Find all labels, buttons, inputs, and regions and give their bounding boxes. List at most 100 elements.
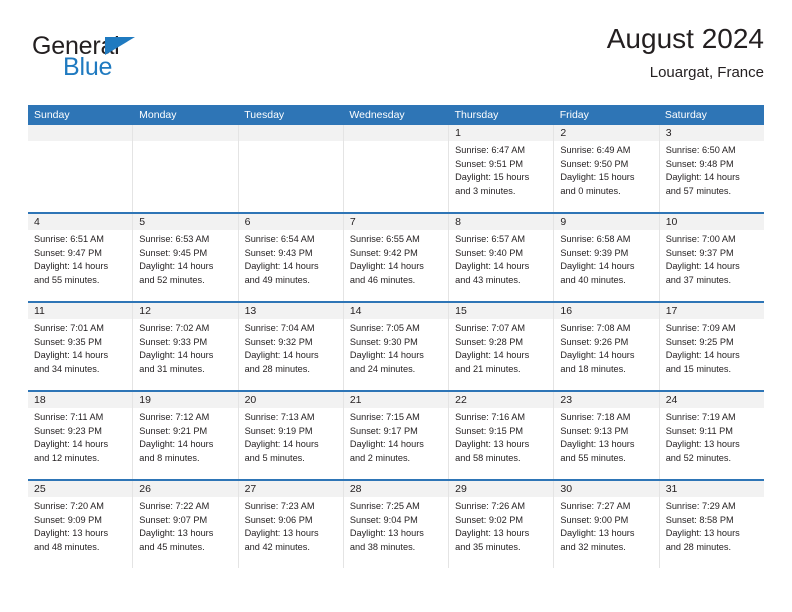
sunrise-text: Sunrise: 7:19 AM [665,412,736,422]
day-cell[interactable]: 8 Sunrise: 6:57 AM Sunset: 9:40 PM Dayli… [449,214,555,301]
day-cell[interactable]: 21 Sunrise: 7:15 AM Sunset: 9:17 PM Dayl… [343,392,450,479]
generalblue-logo[interactable]: General Blue [32,34,212,90]
day-details: Sunrise: 7:23 AM Sunset: 9:06 PM Dayligh… [239,497,343,554]
day-cell[interactable]: 27 Sunrise: 7:23 AM Sunset: 9:06 PM Dayl… [238,481,344,568]
day-cell[interactable]: 7 Sunrise: 6:55 AM Sunset: 9:42 PM Dayli… [343,214,450,301]
sunset-text: Sunset: 9:23 PM [34,425,102,436]
sunrise-text: Sunrise: 6:51 AM [34,234,104,244]
sunrise-text: Sunrise: 7:05 AM [349,323,420,333]
day-number: 31 [665,483,678,495]
daylight-text-line2: and 0 minutes. [560,185,621,196]
day-cell[interactable]: 4 Sunrise: 6:51 AM Sunset: 9:47 PM Dayli… [28,214,134,301]
day-details: Sunrise: 7:09 AM Sunset: 9:25 PM Dayligh… [660,319,764,376]
sunset-text: Sunset: 9:47 PM [34,247,102,258]
day-cell[interactable]: 2 Sunrise: 6:49 AM Sunset: 9:50 PM Dayli… [554,125,660,212]
day-number-band: 24 [659,392,764,408]
daylight-text-line1: Daylight: 15 hours [455,172,530,183]
day-number-band: 1 [449,125,554,141]
sunset-text: Sunset: 9:15 PM [455,425,524,436]
day-cell[interactable]: 10 Sunrise: 7:00 AM Sunset: 9:37 PM Dayl… [659,214,764,301]
day-details: Sunrise: 7:16 AM Sunset: 9:15 PM Dayligh… [449,408,553,465]
day-cell[interactable]: 24 Sunrise: 7:19 AM Sunset: 9:11 PM Dayl… [659,392,764,479]
week-row: 25 Sunrise: 7:20 AM Sunset: 9:09 PM Dayl… [28,479,764,568]
day-cell[interactable]: 1 Sunrise: 6:47 AM Sunset: 9:51 PM Dayli… [449,125,555,212]
day-number-band: 19 [133,392,238,408]
daylight-text-line2: and 3 minutes. [455,185,516,196]
day-cell[interactable]: 5 Sunrise: 6:53 AM Sunset: 9:45 PM Dayli… [133,214,239,301]
day-cell[interactable]: 29 Sunrise: 7:26 AM Sunset: 9:02 PM Dayl… [449,481,555,568]
day-cell[interactable]: 30 Sunrise: 7:27 AM Sunset: 9:00 PM Dayl… [554,481,660,568]
day-details: Sunrise: 7:29 AM Sunset: 8:58 PM Dayligh… [660,497,764,554]
day-cell[interactable]: 19 Sunrise: 7:12 AM Sunset: 9:21 PM Dayl… [133,392,239,479]
day-number-band: 7 [343,214,449,230]
sunrise-text: Sunrise: 7:13 AM [244,412,315,422]
day-cell[interactable]: 26 Sunrise: 7:22 AM Sunset: 9:07 PM Dayl… [133,481,239,568]
day-cell[interactable]: 14 Sunrise: 7:05 AM Sunset: 9:30 PM Dayl… [343,303,450,390]
day-cell[interactable]: 11 Sunrise: 7:01 AM Sunset: 9:35 PM Dayl… [28,303,134,390]
daylight-text-line2: and 48 minutes. [34,541,100,552]
day-cell[interactable]: 12 Sunrise: 7:02 AM Sunset: 9:33 PM Dayl… [133,303,239,390]
day-details: Sunrise: 7:13 AM Sunset: 9:19 PM Dayligh… [239,408,343,465]
day-cell[interactable]: 3 Sunrise: 6:50 AM Sunset: 9:48 PM Dayli… [659,125,764,212]
day-number-band: 31 [659,481,764,497]
daylight-text-line1: Daylight: 13 hours [349,528,424,539]
sunrise-text: Sunrise: 7:15 AM [349,412,420,422]
day-cell[interactable]: 9 Sunrise: 6:58 AM Sunset: 9:39 PM Dayli… [554,214,660,301]
day-number-band: 30 [554,481,659,497]
day-cell[interactable]: 18 Sunrise: 7:11 AM Sunset: 9:23 PM Dayl… [28,392,134,479]
day-number: 6 [244,216,251,228]
day-cell[interactable]: 6 Sunrise: 6:54 AM Sunset: 9:43 PM Dayli… [238,214,344,301]
day-details: Sunrise: 7:18 AM Sunset: 9:13 PM Dayligh… [554,408,658,465]
sunrise-text: Sunrise: 7:00 AM [665,234,736,244]
sunset-text: Sunset: 9:28 PM [455,336,524,347]
day-cell[interactable]: 20 Sunrise: 7:13 AM Sunset: 9:19 PM Dayl… [238,392,344,479]
title-block: August 2024 Louargat, France [607,22,764,84]
daylight-text-line1: Daylight: 14 hours [349,439,424,450]
weekday-header-sunday: Sunday [34,109,70,121]
sunset-text: Sunset: 9:50 PM [560,158,629,169]
day-number-band: 23 [554,392,659,408]
day-cell[interactable]: 23 Sunrise: 7:18 AM Sunset: 9:13 PM Dayl… [554,392,660,479]
day-number: 17 [665,305,678,317]
weekday-header-row: Sunday Monday Tuesday Wednesday Thursday… [28,105,764,125]
daylight-text-line2: and 28 minutes. [665,541,732,552]
weekday-header-thursday: Thursday [454,109,499,121]
day-cell[interactable] [238,125,344,212]
day-cell[interactable]: 25 Sunrise: 7:20 AM Sunset: 9:09 PM Dayl… [28,481,134,568]
daylight-text-line1: Daylight: 15 hours [560,172,635,183]
daylight-text-line2: and 35 minutes. [455,541,521,552]
day-number-band: 27 [238,481,343,497]
daylight-text-line1: Daylight: 14 hours [560,350,635,361]
day-cell[interactable]: 31 Sunrise: 7:29 AM Sunset: 8:58 PM Dayl… [659,481,764,568]
day-number-band: 25 [28,481,133,497]
day-number: 13 [244,305,257,317]
day-cell[interactable]: 15 Sunrise: 7:07 AM Sunset: 9:28 PM Dayl… [449,303,555,390]
day-details: Sunrise: 7:07 AM Sunset: 9:28 PM Dayligh… [449,319,553,376]
weekday-header-monday: Monday [139,109,177,121]
day-number-band: 15 [449,303,554,319]
day-cell[interactable]: 17 Sunrise: 7:09 AM Sunset: 9:25 PM Dayl… [659,303,764,390]
day-number-band: 3 [659,125,764,141]
day-cell[interactable] [28,125,134,212]
daylight-text-line2: and 52 minutes. [139,274,205,285]
day-number: 29 [455,483,467,495]
week-row: 11 Sunrise: 7:01 AM Sunset: 9:35 PM Dayl… [28,301,764,390]
day-details: Sunrise: 6:49 AM Sunset: 9:50 PM Dayligh… [554,141,658,198]
day-cell[interactable]: 13 Sunrise: 7:04 AM Sunset: 9:32 PM Dayl… [238,303,344,390]
sunset-text: Sunset: 9:51 PM [455,158,524,169]
day-details [28,141,132,144]
day-cell[interactable]: 22 Sunrise: 7:16 AM Sunset: 9:15 PM Dayl… [449,392,555,479]
day-details [344,141,448,144]
day-cell[interactable]: 28 Sunrise: 7:25 AM Sunset: 9:04 PM Dayl… [343,481,450,568]
calendar-page: General Blue August 2024 Louargat, Franc… [0,0,792,612]
daylight-text-line1: Daylight: 14 hours [665,350,740,361]
day-cell[interactable] [343,125,450,212]
sunrise-text: Sunrise: 6:54 AM [244,234,315,244]
day-number-band: 12 [133,303,238,319]
daylight-text-line2: and 28 minutes. [244,363,310,374]
daylight-text-line1: Daylight: 14 hours [455,261,530,272]
day-cell[interactable] [133,125,239,212]
daylight-text-line1: Daylight: 14 hours [244,439,319,450]
daylight-text-line2: and 37 minutes. [665,274,732,285]
day-cell[interactable]: 16 Sunrise: 7:08 AM Sunset: 9:26 PM Dayl… [554,303,660,390]
